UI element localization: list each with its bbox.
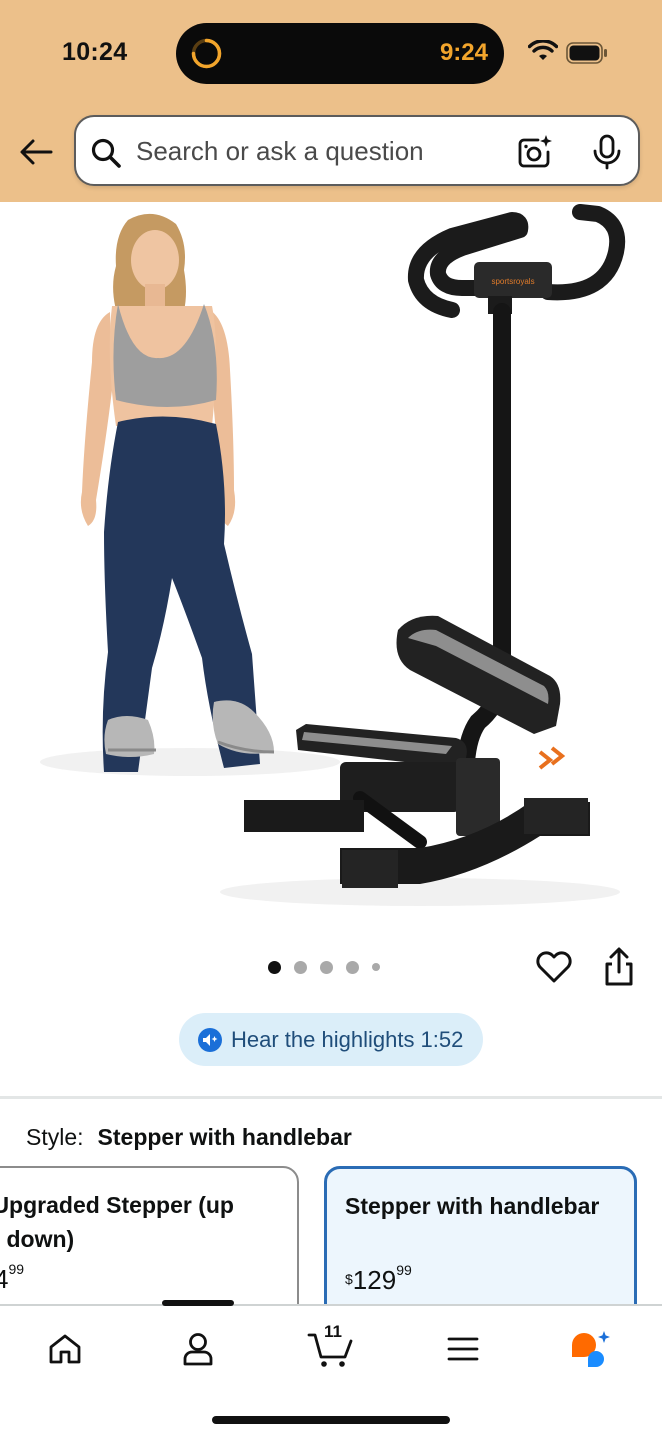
timer-ring-icon — [191, 38, 222, 69]
price-fraction: 99 — [396, 1262, 412, 1279]
option-price: 499 — [0, 1261, 25, 1295]
status-time: 10:24 — [62, 38, 128, 66]
model-figure — [80, 213, 275, 772]
price-currency: $ — [345, 1271, 353, 1287]
stepper-brand-text: sportsroyals — [491, 277, 534, 286]
hear-highlights-label: Hear the highlights 1:52 — [231, 1026, 464, 1052]
style-option-upgraded-stepper[interactable]: 5-Upgraded Stepper (up nd down) 499 — [0, 1166, 299, 1326]
carousel-dot[interactable] — [320, 960, 333, 974]
price-fraction: 99 — [8, 1261, 25, 1278]
island-timer: 9:24 — [439, 39, 488, 66]
carousel-dot[interactable] — [294, 960, 307, 974]
share-icon[interactable] — [600, 946, 638, 988]
nav-rufus[interactable] — [568, 1326, 614, 1372]
search-input[interactable] — [136, 125, 496, 177]
search-icon — [91, 138, 121, 168]
style-option-stepper-with-handlebar[interactable]: Stepper with handlebar $12999 — [324, 1166, 637, 1326]
heart-icon[interactable] — [534, 946, 574, 986]
nav-menu[interactable] — [440, 1326, 486, 1372]
microphone-icon[interactable] — [590, 134, 624, 170]
search-bar[interactable] — [74, 115, 640, 186]
style-label: Style: — [26, 1124, 84, 1150]
dynamic-island: 9:24 — [176, 23, 504, 84]
product-photo-illustration: sportsroyals — [40, 204, 626, 906]
carousel-dot[interactable] — [346, 960, 359, 974]
nav-home[interactable] — [42, 1326, 88, 1372]
stepper-machine: sportsroyals — [244, 204, 626, 888]
battery-icon — [566, 42, 607, 64]
wifi-icon — [528, 40, 558, 60]
camera-lens-icon[interactable] — [516, 134, 552, 170]
back-button[interactable] — [16, 132, 56, 172]
nav-account[interactable] — [175, 1326, 221, 1372]
carousel-dot[interactable] — [372, 963, 380, 971]
image-carousel-dots[interactable] — [268, 958, 380, 976]
carousel-dot[interactable] — [268, 960, 281, 974]
app-header: 10:24 9:24 — [0, 0, 662, 202]
hear-highlights-button[interactable]: Hear the highlights 1:52 — [179, 1013, 483, 1066]
option-title: Stepper with handlebar — [345, 1193, 600, 1219]
nav-cart[interactable]: 11 — [306, 1322, 356, 1372]
audio-sparkle-icon — [198, 1027, 222, 1052]
bottom-navigation: 11 — [0, 1300, 662, 1440]
menu-icon — [447, 1337, 479, 1361]
home-indicator — [212, 1416, 450, 1424]
back-arrow-icon — [20, 139, 53, 165]
home-icon — [49, 1334, 81, 1364]
product-image[interactable]: sportsroyals — [0, 202, 662, 942]
section-divider — [0, 1096, 662, 1099]
option-price: $12999 — [345, 1262, 412, 1296]
rufus-ai-icon — [572, 1331, 610, 1367]
cart-count-badge: 11 — [324, 1322, 342, 1341]
price-whole: 129 — [352, 1265, 397, 1295]
option-title: 5-Upgraded Stepper (up nd down) — [0, 1192, 234, 1252]
account-icon — [183, 1333, 213, 1366]
style-selected-value: Stepper with handlebar — [97, 1124, 352, 1150]
active-tab-indicator — [162, 1300, 234, 1306]
style-selector-heading: Style: Stepper with handlebar — [26, 1124, 352, 1151]
